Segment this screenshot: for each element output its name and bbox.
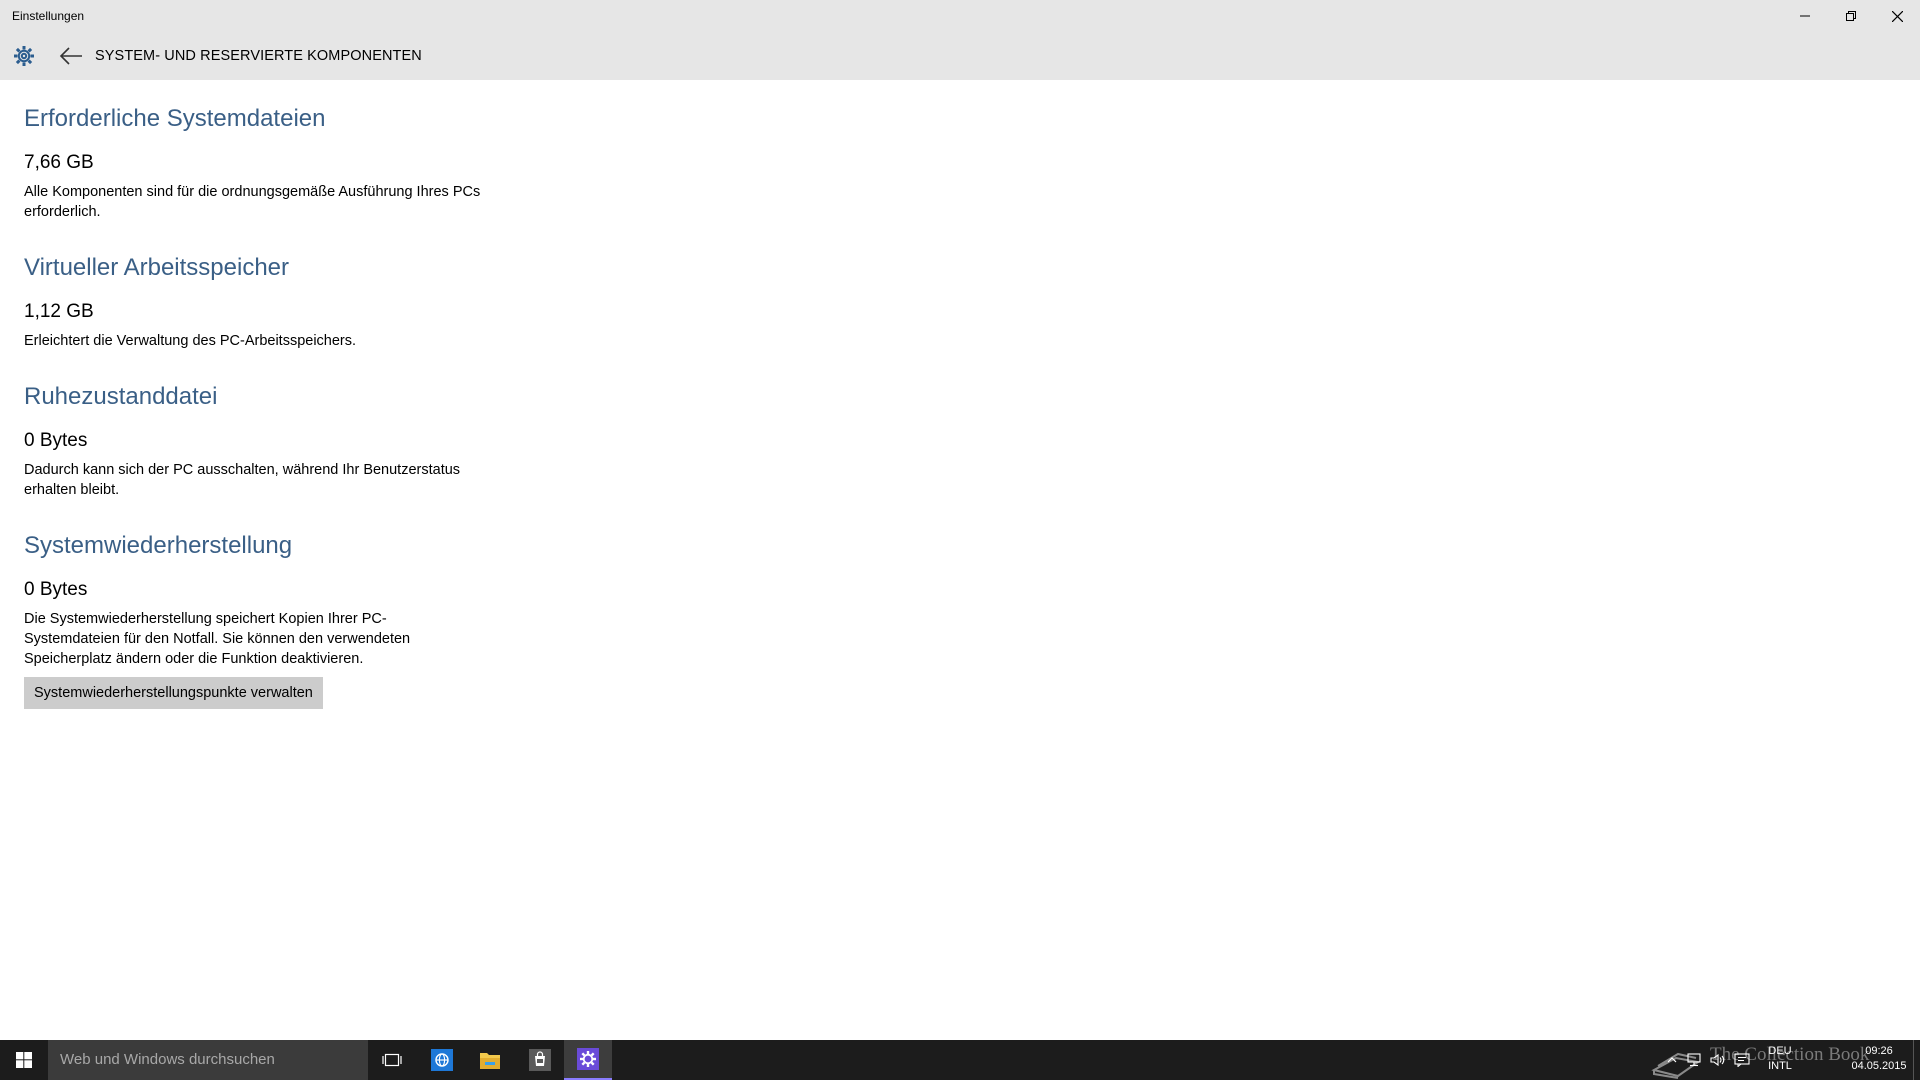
system-tray: The Collection Book DEU INTL 09:26 04.05… (1650, 1040, 1920, 1080)
window-controls (1782, 0, 1920, 32)
settings-home-button[interactable] (12, 44, 36, 68)
page-title: SYSTEM- UND RESERVIERTE KOMPONENTEN (95, 48, 422, 64)
minimize-icon (1800, 15, 1810, 17)
task-view-button[interactable] (368, 1040, 416, 1080)
settings-taskbar-button[interactable] (564, 1040, 612, 1080)
clock-date: 04.05.2015 (1851, 1060, 1907, 1072)
back-arrow-icon (59, 47, 82, 65)
window-titlebar[interactable]: Einstellungen (0, 0, 1920, 32)
speaker-icon (1710, 1053, 1725, 1067)
section-description: Erleichtert die Verwaltung des PC-Arbeit… (24, 333, 357, 349)
internet-explorer-icon (431, 1049, 453, 1071)
section-heading: Ruhezustanddatei (24, 383, 218, 410)
store-icon (529, 1049, 551, 1071)
file-explorer-icon (480, 1053, 500, 1069)
show-desktop-button[interactable] (1913, 1040, 1920, 1080)
taskbar: Web und Windows durchsuchen The Collecti… (0, 1040, 1920, 1080)
settings-icon (577, 1048, 599, 1070)
notifications-icon (1734, 1053, 1750, 1067)
close-icon (1891, 10, 1903, 22)
restore-button[interactable] (1828, 0, 1874, 32)
minimize-button[interactable] (1782, 0, 1828, 32)
action-center-button[interactable] (1730, 1040, 1754, 1080)
volume-button[interactable] (1706, 1040, 1730, 1080)
section-description: Die Systemwiederherstellung speichert Ko… (24, 611, 411, 667)
clock-time: 09:26 (1865, 1045, 1893, 1057)
search-placeholder: Web und Windows durchsuchen (60, 1051, 275, 1068)
section-size: 7,66 GB (24, 152, 94, 173)
section-size: 0 Bytes (24, 430, 88, 451)
taskbar-search-box[interactable]: Web und Windows durchsuchen (48, 1040, 368, 1080)
manage-restore-points-button[interactable]: Systemwiederherstellungspunkte verwalten (24, 677, 323, 709)
input-language-indicator[interactable]: DEU INTL (1754, 1044, 1806, 1074)
close-button[interactable] (1874, 0, 1920, 32)
windows-logo-icon (16, 1052, 32, 1068)
section-heading: Erforderliche Systemdateien (24, 105, 326, 132)
task-view-icon (382, 1053, 402, 1067)
language-code: DEU (1768, 1045, 1792, 1057)
section-description: Dadurch kann sich der PC ausschalten, wä… (24, 462, 461, 498)
network-icon (1687, 1053, 1701, 1067)
section-size: 0 Bytes (24, 579, 88, 600)
section-system-restore: Systemwiederherstellung 0 Bytes Die Syst… (24, 531, 504, 709)
back-button[interactable] (58, 44, 86, 68)
store-button[interactable] (516, 1040, 564, 1080)
section-virtual-memory: Virtueller Arbeitsspeicher 1,12 GB Erlei… (24, 253, 504, 351)
taskbar-clock[interactable]: 09:26 04.05.2015 (1846, 1044, 1912, 1074)
chevron-up-icon (1667, 1057, 1677, 1063)
section-heading: Virtueller Arbeitsspeicher (24, 254, 290, 281)
settings-header: SYSTEM- UND RESERVIERTE KOMPONENTEN (0, 32, 1920, 80)
section-system-files: Erforderliche Systemdateien 7,66 GB Alle… (24, 104, 504, 222)
window-title: Einstellungen (12, 9, 85, 23)
section-heading: Systemwiederherstellung (24, 532, 293, 559)
file-explorer-button[interactable] (466, 1040, 514, 1080)
gear-icon (14, 46, 34, 66)
network-button[interactable] (1682, 1040, 1706, 1080)
section-description: Alle Komponenten sind für die ordnungsge… (24, 184, 481, 220)
restore-icon (1846, 11, 1856, 21)
start-button[interactable] (0, 1040, 48, 1080)
show-hidden-icons-button[interactable] (1662, 1040, 1682, 1080)
section-hibernation-file: Ruhezustanddatei 0 Bytes Dadurch kann si… (24, 382, 504, 500)
internet-explorer-button[interactable] (418, 1040, 466, 1080)
section-size: 1,12 GB (24, 301, 94, 322)
keyboard-layout: INTL (1768, 1060, 1792, 1072)
